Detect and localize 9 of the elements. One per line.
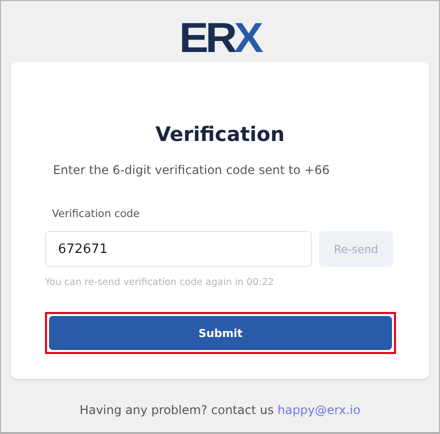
countdown-hint: You can re-send verification code again in 00:22	[45, 277, 275, 289]
page-title: Verification	[155, 122, 285, 146]
instruction-text: Enter the 6-digit verification code sent to +66	[53, 163, 331, 177]
logo: ERX	[179, 20, 261, 56]
help-text: Having any problem? contact us happy@erx.io	[80, 403, 360, 417]
email-link[interactable]: happy@erx.io	[278, 403, 360, 417]
submit-button[interactable]: Submit	[49, 316, 392, 350]
code-input-field[interactable]: 672671	[45, 231, 312, 267]
field-label: Verification code	[52, 208, 141, 220]
